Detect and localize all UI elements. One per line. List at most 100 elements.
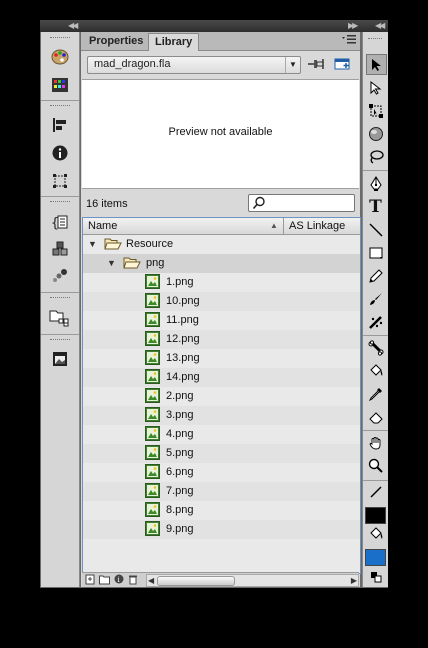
dock-separator: [41, 196, 79, 197]
scroll-right-icon[interactable]: ▶: [351, 575, 357, 586]
dock-grip[interactable]: [50, 339, 70, 343]
dock-grip[interactable]: [50, 37, 70, 41]
transform-icon[interactable]: [51, 172, 69, 190]
tree-file-item[interactable]: 4.png: [83, 425, 360, 444]
properties-icon[interactable]: i: [114, 574, 124, 585]
subselection-tool-icon[interactable]: [366, 78, 385, 97]
delete-icon[interactable]: [128, 574, 138, 585]
item-label: 4.png: [166, 428, 194, 440]
expand-right-icon[interactable]: ▶▶: [348, 21, 358, 30]
scroll-left-icon[interactable]: ◀: [148, 575, 154, 586]
column-header-linkage[interactable]: AS Linkage: [289, 220, 345, 232]
text-tool-icon[interactable]: T: [366, 197, 385, 217]
free-transform-tool-icon[interactable]: [366, 101, 385, 120]
tree-file-item[interactable]: 13.png: [83, 349, 360, 368]
stroke-color-icon[interactable]: [365, 507, 386, 524]
tree-file-item[interactable]: 8.png: [83, 501, 360, 520]
3d-rotation-tool-icon[interactable]: [366, 124, 385, 143]
new-symbol-icon[interactable]: [85, 574, 95, 585]
info-icon[interactable]: [51, 144, 69, 162]
pen-tool-icon[interactable]: [366, 174, 385, 193]
project-icon[interactable]: [49, 309, 71, 327]
scroll-thumb[interactable]: [157, 576, 235, 586]
tree-file-item[interactable]: 9.png: [83, 520, 360, 539]
document-select-value: mad_dragon.fla: [94, 58, 171, 70]
selection-tool-icon[interactable]: [366, 54, 387, 75]
sort-ascending-icon[interactable]: ▲: [270, 221, 278, 230]
item-label: 7.png: [166, 485, 194, 497]
pencil-tool-icon[interactable]: [366, 266, 385, 285]
panel-title-bar[interactable]: [40, 20, 388, 32]
dock-grip[interactable]: [50, 105, 70, 109]
item-label: 12.png: [166, 333, 200, 345]
hand-tool-icon[interactable]: [366, 433, 385, 452]
lasso-tool-icon[interactable]: [366, 147, 385, 166]
item-label: 14.png: [166, 371, 200, 383]
tools-separator: [363, 430, 388, 431]
dock-grip[interactable]: [50, 297, 70, 301]
search-input[interactable]: [248, 194, 355, 212]
fill-bucket-icon: [366, 526, 385, 542]
line-tool-icon[interactable]: [366, 220, 385, 239]
list-header: Name ▲ AS Linkage: [83, 218, 360, 235]
bone-tool-icon[interactable]: [366, 338, 385, 357]
folder-open-icon: [104, 236, 122, 252]
tree-file-item[interactable]: 11.png: [83, 311, 360, 330]
eyedropper-tool-icon[interactable]: [366, 384, 385, 403]
disclosure-triangle-icon[interactable]: ▼: [107, 258, 116, 268]
bitmap-icon: [145, 331, 161, 347]
fill-color-icon[interactable]: [365, 549, 386, 566]
components-icon[interactable]: [51, 240, 69, 258]
tree-file-item[interactable]: 5.png: [83, 444, 360, 463]
dock-separator: [41, 292, 79, 293]
library-item-list[interactable]: Name ▲ AS Linkage ▼ Resource ▼ png 1.png 10.p…: [82, 217, 361, 574]
disclosure-triangle-icon[interactable]: ▼: [88, 239, 97, 249]
library-icon[interactable]: [51, 350, 69, 368]
horizontal-scrollbar[interactable]: ◀ ▶: [146, 574, 359, 587]
zoom-tool-icon[interactable]: [366, 456, 385, 475]
document-select[interactable]: mad_dragon.fla ▼: [87, 56, 301, 74]
pin-library-button[interactable]: [306, 57, 326, 71]
column-header-name[interactable]: Name: [88, 220, 117, 232]
brush-tool-icon[interactable]: [366, 289, 385, 308]
bitmap-icon: [145, 521, 161, 537]
column-divider[interactable]: [283, 218, 284, 234]
tree-file-item[interactable]: 10.png: [83, 292, 360, 311]
tree-folder-png[interactable]: ▼ png: [83, 254, 360, 273]
color-palette-icon[interactable]: [51, 48, 69, 66]
tree-file-item[interactable]: 12.png: [83, 330, 360, 349]
collapse-left-icon[interactable]: ◀◀: [68, 21, 78, 30]
new-folder-icon[interactable]: [99, 574, 110, 585]
new-library-panel-button[interactable]: [333, 57, 353, 71]
tab-properties[interactable]: Properties: [83, 33, 149, 49]
collapse-tools-icon[interactable]: ◀◀: [375, 21, 385, 30]
item-label: 10.png: [166, 295, 200, 307]
tools-panel: T: [362, 32, 388, 587]
item-label: 9.png: [166, 523, 194, 535]
swatches-icon[interactable]: [51, 76, 69, 94]
tree-file-item[interactable]: 6.png: [83, 463, 360, 482]
align-icon[interactable]: [51, 116, 69, 134]
tree-file-item[interactable]: 3.png: [83, 406, 360, 425]
swap-colors-icon[interactable]: [366, 570, 385, 584]
rectangle-tool-icon[interactable]: [366, 243, 385, 262]
tree-file-item[interactable]: 2.png: [83, 387, 360, 406]
dock-grip[interactable]: [50, 201, 70, 205]
panel-menu-icon[interactable]: [342, 34, 356, 46]
tab-library[interactable]: Library: [148, 33, 200, 51]
library-panel: Properties Library mad_dragon.fla ▼ Prev…: [81, 32, 361, 587]
tree-folder-resource[interactable]: ▼ Resource: [83, 235, 360, 254]
tools-grip[interactable]: [368, 38, 382, 42]
code-snippets-icon[interactable]: {: [51, 213, 69, 231]
tree-file-item[interactable]: 1.png: [83, 273, 360, 292]
item-label: png: [146, 257, 165, 269]
bitmap-icon: [145, 483, 161, 499]
deco-tool-icon[interactable]: [366, 312, 385, 331]
eraser-tool-icon[interactable]: [366, 407, 385, 426]
preview-area: Preview not available: [82, 79, 359, 189]
motion-presets-icon[interactable]: [51, 266, 69, 284]
tree-file-item[interactable]: 14.png: [83, 368, 360, 387]
tree-file-item[interactable]: 7.png: [83, 482, 360, 501]
tools-separator: [363, 170, 388, 171]
paint-bucket-tool-icon[interactable]: [366, 361, 385, 380]
